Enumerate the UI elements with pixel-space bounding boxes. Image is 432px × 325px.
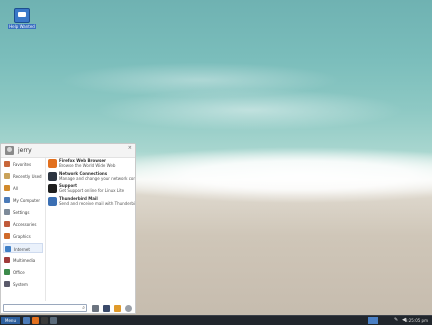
close-icon[interactable]: × — [128, 145, 132, 151]
category-icon — [5, 246, 11, 252]
category-list: Favorites Recently Used All My Computer Sett… — [1, 158, 46, 301]
files-icon[interactable] — [23, 317, 30, 324]
category-multimedia[interactable]: Multimedia — [3, 255, 43, 265]
category-label: All — [13, 186, 18, 191]
menu-header: jerry × — [1, 144, 135, 158]
category-settings[interactable]: Settings — [3, 207, 43, 217]
app-icon — [48, 171, 57, 181]
search-icon[interactable]: ⌕ — [82, 305, 85, 312]
desktop-icon-help[interactable]: Help Wanted — [8, 8, 36, 29]
app-item[interactable]: Network Connections Manage and change you… — [47, 171, 135, 183]
category-label: Accessories — [13, 222, 37, 227]
app-item[interactable]: Thunderbird Mail Send and receive mail wi… — [47, 196, 135, 208]
category-my-computer[interactable]: My Computer — [3, 195, 43, 205]
firefox-icon[interactable] — [32, 317, 39, 324]
app-description: Browse the World Wide Web — [59, 163, 116, 168]
category-label: Office — [13, 270, 25, 275]
app-description: Get Support online for Linux Lite — [59, 188, 125, 193]
desktop-icon-label: Help Wanted — [8, 24, 36, 29]
category-icon — [4, 269, 10, 275]
category-icon — [4, 281, 10, 287]
category-accessories[interactable]: Accessories — [3, 219, 43, 229]
category-icon — [4, 161, 10, 167]
category-label: Graphics — [13, 234, 31, 239]
category-icon — [4, 221, 10, 227]
category-favorites[interactable]: Favorites — [3, 159, 43, 169]
username: jerry — [18, 147, 32, 154]
category-internet[interactable]: Internet — [3, 243, 43, 253]
app-icon — [48, 184, 57, 193]
user-avatar-icon — [5, 146, 14, 155]
category-all[interactable]: All — [3, 183, 43, 193]
terminal-icon[interactable] — [41, 317, 48, 324]
category-label: Multimedia — [13, 258, 36, 263]
category-label: My Computer — [13, 198, 40, 203]
search-input[interactable]: ⌕ — [3, 304, 87, 312]
start-menu: jerry × Favorites Recently Used All My Comp… — [0, 143, 136, 314]
active-window-button[interactable] — [368, 317, 378, 324]
category-system[interactable]: System — [3, 279, 43, 289]
display-icon[interactable] — [103, 305, 110, 312]
category-icon — [4, 173, 10, 179]
app-description: Manage and change your network conn... — [59, 175, 135, 181]
network-icon[interactable]: ✎ — [394, 317, 398, 324]
app-description: Send and receive mail with Thunderbird — [59, 200, 135, 206]
menu-button[interactable]: Menu — [1, 317, 20, 324]
category-icon — [4, 185, 10, 191]
category-icon — [4, 233, 10, 239]
clock[interactable]: 3:25:05 pm — [405, 317, 428, 324]
settings-icon[interactable] — [50, 317, 57, 324]
category-label: Settings — [13, 210, 30, 215]
category-graphics[interactable]: Graphics — [3, 231, 43, 241]
warning-icon[interactable] — [114, 305, 121, 312]
settings-icon[interactable] — [125, 305, 132, 312]
category-label: Recently Used — [13, 174, 42, 179]
category-label: Internet — [14, 247, 30, 252]
app-icon — [48, 159, 57, 168]
category-office[interactable]: Office — [3, 267, 43, 277]
app-icon — [48, 196, 57, 206]
screenshot-icon[interactable] — [92, 305, 99, 312]
category-label: System — [13, 282, 28, 287]
app-item[interactable]: Support Get Support online for Linux Lite — [47, 183, 135, 195]
menu-search-row: ⌕ — [1, 303, 135, 314]
category-icon — [4, 257, 10, 263]
category-recently-used[interactable]: Recently Used — [3, 171, 43, 181]
category-icon — [4, 197, 10, 203]
category-label: Favorites — [13, 162, 32, 167]
app-item[interactable]: Firefox Web Browser Browse the World Wide… — [47, 158, 135, 170]
help-icon — [14, 8, 30, 23]
category-icon — [4, 209, 10, 215]
